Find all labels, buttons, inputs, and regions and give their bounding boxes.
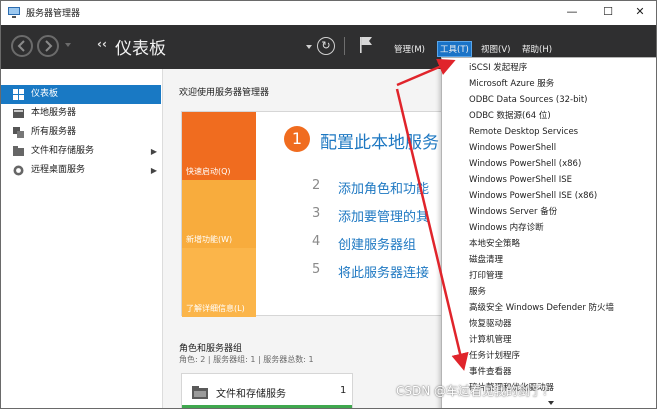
server-manager-window: 服务器管理器 — ☐ ✕ ‹‹ 仪表板 ↻ 管理(M) 工具(T) 视图(V) … — [0, 0, 657, 409]
notifications-flag-icon[interactable] — [359, 36, 373, 54]
role-count: 1 — [340, 385, 347, 396]
menu-help[interactable]: 帮助(H) — [520, 42, 554, 56]
menu-item-event-viewer[interactable]: 事件查看器 — [469, 364, 512, 380]
step-link-add-roles[interactable]: 添加角色和功能 — [338, 178, 429, 197]
menu-item-print-management[interactable]: 打印管理 — [469, 268, 503, 284]
welcome-heading: 欢迎使用服务器管理器 — [179, 88, 270, 98]
sidebar-item-label: 所有服务器 — [31, 127, 77, 137]
forward-arrow-icon — [45, 40, 53, 52]
menu-item-powershell-x86[interactable]: Windows PowerShell (x86) — [469, 156, 581, 172]
step-link-configure-local-server[interactable]: 配置此本地服务 — [320, 128, 439, 153]
menu-item-odbc-64[interactable]: ODBC 数据源(64 位) — [469, 108, 551, 124]
sidebar-item-label: 远程桌面服务 — [31, 165, 86, 175]
forward-button[interactable] — [37, 35, 59, 57]
header-divider — [344, 37, 345, 55]
sidebar-item-dashboard[interactable]: 仪表板 — [1, 85, 161, 104]
page-title: 仪表板 — [115, 39, 166, 59]
scroll-down-icon[interactable] — [548, 401, 554, 405]
step-number-5: 5 — [312, 262, 321, 277]
menu-item-azure-services[interactable]: Microsoft Azure 服务 — [469, 76, 554, 92]
sidebar-item-file-storage[interactable]: 文件和存储服务 ▶ — [1, 142, 161, 161]
tile-quick-start[interactable]: 快速启动(Q) — [182, 112, 256, 180]
history-dropdown-icon[interactable] — [65, 43, 71, 47]
role-status-bar — [182, 405, 352, 408]
chevron-right-icon[interactable]: ▶ — [151, 161, 157, 180]
close-button[interactable]: ✕ — [623, 1, 656, 25]
menu-item-server-backup[interactable]: Windows Server 备份 — [469, 204, 557, 220]
menu-item-memory-diagnostic[interactable]: Windows 内存诊断 — [469, 220, 544, 236]
menu-item-odbc-32[interactable]: ODBC Data Sources (32-bit) — [469, 92, 587, 108]
back-button[interactable] — [11, 35, 33, 57]
menu-item-remote-desktop-services[interactable]: Remote Desktop Services — [469, 124, 578, 140]
title-bar: 服务器管理器 — ☐ ✕ — [1, 1, 656, 25]
tools-dropdown-menu: iSCSI 发起程序 Microsoft Azure 服务 ODBC Data … — [441, 57, 656, 408]
menu-item-local-security-policy[interactable]: 本地安全策略 — [469, 236, 520, 252]
sidebar: 仪表板 本地服务器 所有服务器 文件和存储服务 ▶ 远程桌面服务 ▶ — [1, 69, 163, 408]
tile-label: 了解详细信息(L) — [186, 304, 245, 313]
menu-item-defender-firewall[interactable]: 高级安全 Windows Defender 防火墙 — [469, 300, 614, 316]
menu-item-computer-management[interactable]: 计算机管理 — [469, 332, 512, 348]
menu-view[interactable]: 视图(V) — [479, 42, 512, 56]
menu-item-powershell-ise[interactable]: Windows PowerShell ISE — [469, 172, 572, 188]
file-storage-icon — [192, 386, 208, 399]
role-name: 文件和存储服务 — [216, 389, 286, 400]
tile-label: 新增功能(W) — [186, 235, 233, 244]
sidebar-item-all-servers[interactable]: 所有服务器 — [1, 123, 161, 142]
sidebar-item-local-server[interactable]: 本地服务器 — [1, 104, 161, 123]
file-storage-icon — [13, 146, 24, 156]
menu-item-recovery-drive[interactable]: 恢复驱动器 — [469, 316, 512, 332]
menu-item-services[interactable]: 服务 — [469, 284, 486, 300]
remote-desktop-icon — [13, 165, 24, 176]
tile-whats-new[interactable]: 新增功能(W) — [182, 180, 256, 248]
back-arrow-icon — [17, 40, 25, 52]
role-card-file-storage[interactable]: 文件和存储服务 1 — [181, 373, 353, 408]
menu-item-disk-cleanup[interactable]: 磁盘清理 — [469, 252, 503, 268]
welcome-tile-panel: 快速启动(Q) 新增功能(W) 了解详细信息(L) 1 配置此本地服务 2 添加… — [181, 111, 461, 317]
menu-item-powershell[interactable]: Windows PowerShell — [469, 140, 556, 156]
tile-label: 快速启动(Q) — [186, 167, 231, 176]
menu-item-task-scheduler[interactable]: 任务计划程序 — [469, 348, 520, 364]
tile-learn-more[interactable]: 了解详细信息(L) — [182, 248, 256, 317]
step-number-1: 1 — [284, 126, 310, 152]
sidebar-item-label: 本地服务器 — [31, 108, 77, 118]
title-dropdown-icon[interactable] — [306, 45, 312, 49]
step-number-4: 4 — [312, 234, 321, 249]
step-link-create-server-group[interactable]: 创建服务器组 — [338, 234, 416, 253]
dashboard-icon — [13, 89, 24, 100]
step-link-add-servers[interactable]: 添加要管理的其 — [338, 206, 429, 225]
menu-tools[interactable]: 工具(T) — [437, 41, 472, 57]
window-title: 服务器管理器 — [26, 9, 81, 19]
server-manager-app-icon — [8, 7, 20, 18]
step-link-connect-cloud[interactable]: 将此服务器连接 — [338, 262, 429, 281]
menu-item-powershell-ise-x86[interactable]: Windows PowerShell ISE (x86) — [469, 188, 597, 204]
refresh-button[interactable]: ↻ — [317, 37, 335, 55]
sidebar-item-label: 文件和存储服务 — [31, 146, 95, 156]
maximize-button[interactable]: ☐ — [591, 1, 625, 25]
step-number-2: 2 — [312, 178, 321, 193]
breadcrumb-chevron-icon: ‹‹ — [97, 37, 107, 51]
sidebar-item-remote-desktop[interactable]: 远程桌面服务 ▶ — [1, 161, 161, 180]
step-number-3: 3 — [312, 206, 321, 221]
sidebar-item-label: 仪表板 — [31, 89, 59, 99]
menu-item-iscsi-initiator[interactable]: iSCSI 发起程序 — [469, 60, 527, 76]
chevron-right-icon[interactable]: ▶ — [151, 142, 157, 161]
menu-manage[interactable]: 管理(M) — [392, 42, 427, 56]
watermark: CSDN @车过看见我的剑了？ — [396, 384, 555, 398]
servers-icon — [13, 127, 24, 138]
roles-summary: 角色: 2 | 服务器组: 1 | 服务器总数: 1 — [179, 355, 314, 364]
roles-section-title: 角色和服务器组 — [179, 344, 243, 354]
server-icon — [13, 109, 24, 118]
minimize-button[interactable]: — — [555, 1, 589, 25]
